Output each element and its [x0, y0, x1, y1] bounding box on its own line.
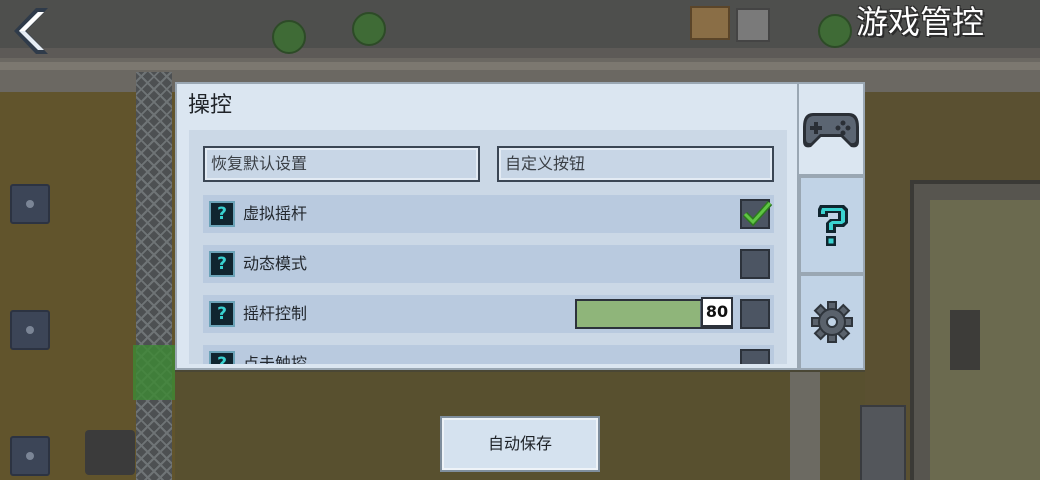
- custom-buttons-button[interactable]: 自定义按钮: [497, 146, 774, 182]
- question-mark-icon: ?: [217, 254, 227, 274]
- plant: [272, 20, 306, 54]
- door: [860, 405, 906, 480]
- setting-row-joystick-control: ? 摇杆控制 80: [203, 295, 774, 333]
- character: [85, 430, 135, 475]
- settings-list[interactable]: 恢复默认设置 自定义按钮 ? 虚拟摇杆 ? 动态模式 ? 摇杆控制 80 ? 点…: [189, 130, 787, 364]
- back-arrow-icon: [14, 8, 48, 54]
- virtual-joystick-checkbox[interactable]: [740, 199, 773, 229]
- setting-label: 摇杆控制: [243, 304, 308, 323]
- help-button[interactable]: ?: [209, 251, 235, 277]
- checkmark-icon: [742, 200, 773, 227]
- joystick-control-checkbox[interactable]: [740, 299, 770, 329]
- room-floor: [930, 200, 1040, 480]
- setting-row-virtual-joystick: ? 虚拟摇杆: [203, 195, 774, 233]
- setting-row-tap-touch: ? 点击触控: [203, 345, 774, 364]
- screen-title: 游戏管控: [855, 3, 984, 41]
- floor-vent: [10, 184, 50, 224]
- question-mark-icon: ?: [217, 204, 227, 224]
- gear-icon: [811, 301, 853, 343]
- green-light: [133, 345, 175, 400]
- help-button[interactable]: ?: [209, 201, 235, 227]
- wall-ledge-highlight: [0, 62, 1040, 70]
- tab-controller[interactable]: [799, 82, 865, 176]
- help-button[interactable]: ?: [209, 301, 235, 327]
- question-mark-icon: ?: [217, 304, 227, 324]
- plant: [352, 12, 386, 46]
- joystick-control-slider[interactable]: 80: [575, 297, 733, 329]
- back-button[interactable]: [6, 6, 56, 56]
- question-mark-icon: ?: [217, 354, 227, 364]
- slider-fill: [577, 301, 701, 327]
- machine: [736, 8, 770, 42]
- help-button[interactable]: ?: [209, 351, 235, 364]
- traffic-light: [950, 310, 980, 370]
- controls-panel: 操控 恢复默认设置 自定义按钮 ? 虚拟摇杆 ? 动态模式 ? 摇杆控制 80 …: [175, 82, 799, 370]
- gamepad-icon: [803, 113, 859, 148]
- setting-label: 动态模式: [243, 254, 308, 273]
- autosave-button[interactable]: 自动保存: [440, 416, 600, 472]
- restore-defaults-button[interactable]: 恢复默认设置: [203, 146, 480, 182]
- question-mark-icon: [818, 205, 848, 246]
- crate: [690, 6, 730, 40]
- floor-vent: [10, 436, 50, 476]
- chain-fence: [136, 72, 172, 480]
- setting-row-dynamic-mode: ? 动态模式: [203, 245, 774, 283]
- tab-help[interactable]: [799, 176, 865, 274]
- setting-label: 虚拟摇杆: [243, 204, 308, 223]
- dynamic-mode-checkbox[interactable]: [740, 249, 770, 279]
- pillar: [790, 372, 820, 480]
- panel-title: 操控: [188, 93, 233, 118]
- floor-vent: [10, 310, 50, 350]
- tap-touch-checkbox[interactable]: [740, 349, 770, 364]
- tab-settings[interactable]: [799, 274, 865, 370]
- plant: [818, 14, 852, 48]
- slider-value: 80: [701, 297, 733, 327]
- setting-label: 点击触控: [243, 354, 308, 364]
